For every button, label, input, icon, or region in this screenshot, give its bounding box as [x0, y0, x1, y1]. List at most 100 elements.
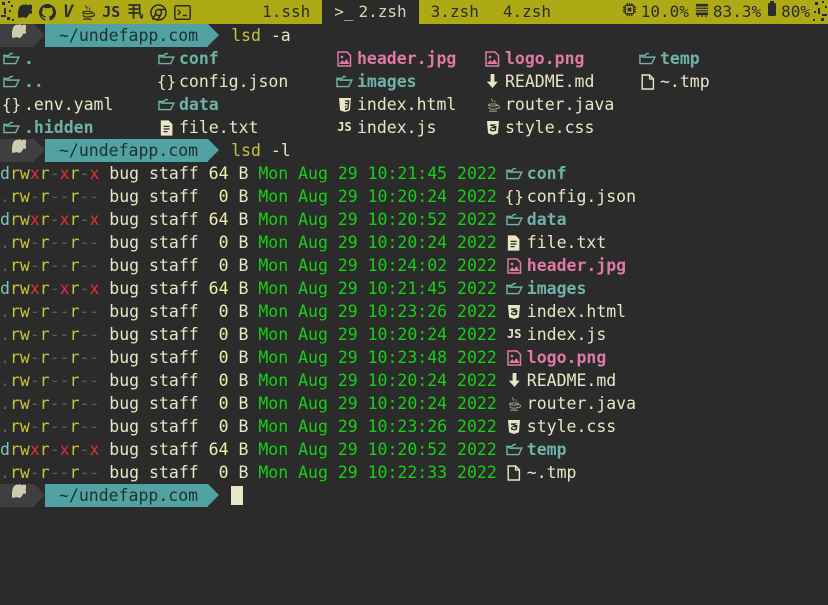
css3-icon	[483, 120, 502, 136]
java-icon	[505, 396, 524, 412]
battery-value: 80%	[781, 2, 810, 21]
table-row[interactable]: .rw-r--r-- bug staff 0 B Mon Aug 29 10:2…	[0, 461, 828, 484]
grid-cell[interactable]: README.md	[483, 70, 638, 93]
grid-cell[interactable]: images	[335, 70, 483, 93]
modified-date: Mon Aug 29 10:21:45 2022	[248, 164, 497, 183]
grid-cell[interactable]: conf	[157, 47, 335, 70]
json-icon: {}	[157, 72, 177, 91]
modified-date: Mon Aug 29 10:23:26 2022	[248, 417, 497, 436]
terminal-window: V JS 丮 1.ssh >_ 2.zsh 3.zsh 4.zsh 10.0% …	[0, 0, 828, 605]
table-row[interactable]: .rw-r--r-- bug staff 0 B Mon Aug 29 10:2…	[0, 254, 828, 277]
document-icon	[157, 119, 176, 136]
apple-icon	[10, 138, 29, 162]
table-row[interactable]: drwxr-xr-x bug staff 64 B Mon Aug 29 10:…	[0, 208, 828, 231]
image-icon	[505, 349, 524, 366]
document-icon	[505, 234, 524, 251]
tab-2-zsh[interactable]: >_ 2.zsh	[322, 0, 419, 24]
file-size: 64	[198, 279, 229, 298]
markdown-icon	[483, 74, 502, 89]
table-row[interactable]: drwxr-xr-x bug staff 64 B Mon Aug 29 10:…	[0, 277, 828, 300]
table-row[interactable]: .rw-r--r-- bug staff 0 B Mon Aug 29 10:2…	[0, 369, 828, 392]
owner: bug	[99, 233, 140, 252]
group: staff	[139, 187, 199, 206]
group: staff	[139, 325, 199, 344]
chrome-icon[interactable]	[150, 0, 168, 24]
file-name: router.java	[505, 95, 615, 114]
java-icon[interactable]	[80, 0, 96, 24]
grid-cell[interactable]: temp	[638, 47, 700, 70]
status-bar: V JS 丮 1.ssh >_ 2.zsh 3.zsh 4.zsh 10.0% …	[0, 0, 828, 24]
tab-3-zsh[interactable]: 3.zsh	[419, 0, 491, 24]
tab-1-ssh[interactable]: 1.ssh	[250, 0, 322, 24]
table-row[interactable]: .rw-r--r-- bug staff 0 B Mon Aug 29 10:2…	[0, 185, 828, 208]
permissions: drwxr-xr-x	[0, 440, 100, 459]
cjk-icon[interactable]: 丮	[127, 0, 143, 24]
group: staff	[139, 417, 199, 436]
github-octocat-icon[interactable]	[39, 0, 56, 24]
permissions: .rw-r--r--	[0, 302, 100, 321]
file-size: 64	[198, 164, 229, 183]
owner: bug	[99, 279, 140, 298]
prompt-apple-segment	[0, 138, 34, 162]
file-size: 0	[198, 348, 229, 367]
file-size: 0	[198, 417, 229, 436]
folder-icon	[2, 121, 21, 135]
prompt-separator-1	[34, 24, 45, 46]
grid-cell[interactable]: ~.tmp	[638, 70, 710, 93]
file-name: README.md	[505, 72, 595, 91]
table-row[interactable]: drwxr-xr-x bug staff 64 B Mon Aug 29 10:…	[0, 162, 828, 185]
css3-icon	[505, 419, 524, 435]
owner: bug	[99, 210, 140, 229]
owner: bug	[99, 394, 140, 413]
grid-cell[interactable]: style.css	[483, 116, 638, 139]
modified-date: Mon Aug 29 10:23:26 2022	[248, 302, 497, 321]
file-name: index.html	[526, 302, 627, 321]
grid-cell[interactable]: JS index.js	[335, 116, 483, 139]
modified-date: Mon Aug 29 10:20:52 2022	[248, 210, 497, 229]
file-name: data	[179, 95, 219, 114]
prompt-line-3: ~/undefapp.com	[0, 483, 828, 507]
apple-icon[interactable]	[18, 0, 32, 24]
modified-date: Mon Aug 29 10:23:48 2022	[248, 348, 497, 367]
table-row[interactable]: .rw-r--r-- bug staff 0 B Mon Aug 29 10:2…	[0, 415, 828, 438]
text-cursor[interactable]	[231, 486, 244, 505]
prompt-separator-1	[34, 139, 45, 161]
grid-cell[interactable]: .	[0, 47, 157, 70]
grid-cell[interactable]: index.html	[335, 93, 483, 116]
owner: bug	[99, 348, 140, 367]
file-name: ~.tmp	[526, 463, 577, 482]
table-row[interactable]: .rw-r--r-- bug staff 0 B Mon Aug 29 10:2…	[0, 392, 828, 415]
grid-cell[interactable]: ..	[0, 70, 157, 93]
grid-cell[interactable]: router.java	[483, 93, 638, 116]
folder-icon	[157, 52, 176, 66]
grid-cell[interactable]: {} .env.yaml	[0, 93, 157, 116]
javascript-icon[interactable]: JS	[102, 0, 120, 24]
file-name: style.css	[526, 417, 617, 436]
file-name: file.txt	[526, 233, 607, 252]
file-name: data	[526, 210, 567, 229]
permissions: drwxr-xr-x	[0, 210, 100, 229]
table-row[interactable]: .rw-r--r-- bug staff 0 B Mon Aug 29 10:2…	[0, 323, 828, 346]
terminal-content[interactable]: ~/undefapp.com lsd -a . conf header.jpg	[0, 24, 828, 605]
grid-cell[interactable]: .hidden	[0, 116, 157, 139]
grid-cell[interactable]: logo.png	[483, 47, 638, 70]
grid-row: . conf header.jpg logo.png temp	[0, 47, 828, 70]
table-row[interactable]: .rw-r--r-- bug staff 0 B Mon Aug 29 10:2…	[0, 300, 828, 323]
table-row[interactable]: .rw-r--r-- bug staff 0 B Mon Aug 29 10:2…	[0, 231, 828, 254]
table-row[interactable]: .rw-r--r-- bug staff 0 B Mon Aug 29 10:2…	[0, 346, 828, 369]
owner: bug	[99, 325, 140, 344]
permissions: .rw-r--r--	[0, 417, 100, 436]
file-name: conf	[179, 49, 219, 68]
command-line-2: lsd -l	[219, 139, 291, 162]
size-unit: B	[228, 371, 249, 390]
grid-cell[interactable]: data	[157, 93, 335, 116]
tab-4-zsh[interactable]: 4.zsh	[491, 0, 563, 24]
vim-icon[interactable]: V	[63, 0, 73, 24]
grid-cell[interactable]: header.jpg	[335, 47, 483, 70]
prompt-line-2: ~/undefapp.com lsd -l	[0, 138, 828, 162]
grid-cell[interactable]: file.txt	[157, 116, 335, 139]
file-name: .hidden	[24, 118, 94, 137]
grid-cell[interactable]: {} config.json	[157, 70, 335, 93]
table-row[interactable]: drwxr-xr-x bug staff 64 B Mon Aug 29 10:…	[0, 438, 828, 461]
terminal-icon[interactable]	[174, 0, 192, 24]
